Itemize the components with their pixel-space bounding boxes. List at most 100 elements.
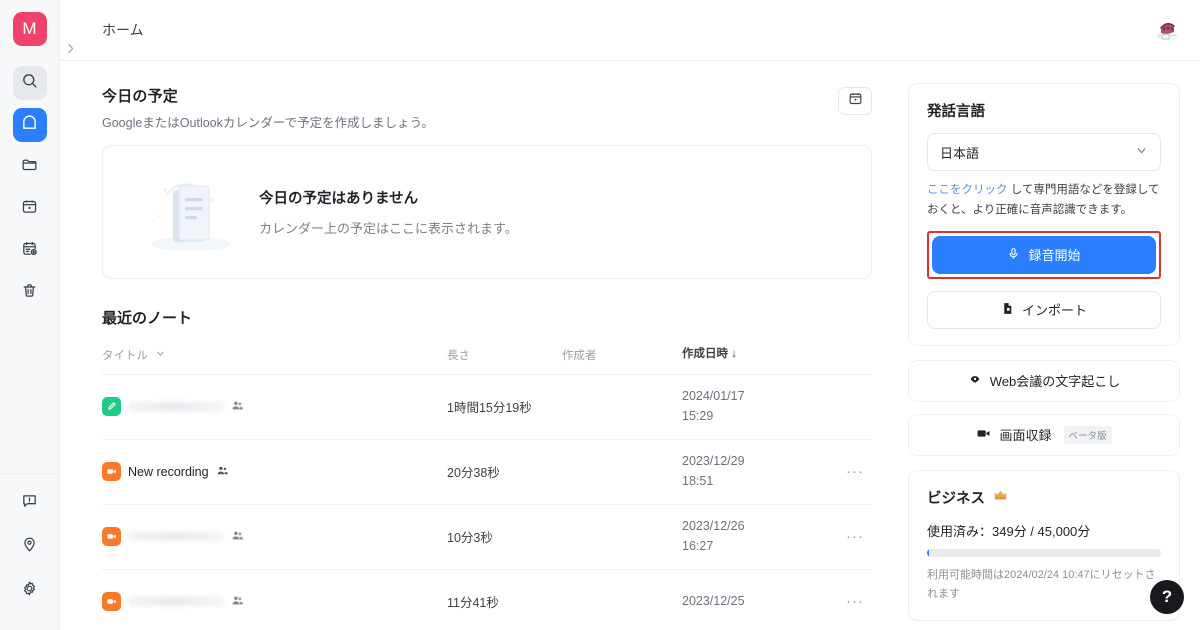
pin-icon [21, 536, 38, 558]
language-card-title: 発話言語 [927, 104, 985, 120]
note-title-cell [102, 397, 447, 417]
note-title-redacted [128, 532, 224, 542]
row-overflow-menu[interactable]: ··· [838, 463, 872, 480]
help-button[interactable]: ? [1150, 580, 1184, 614]
notes-table-header: タイトル 長さ 作成者 作成日時 ↓ [102, 346, 872, 375]
import-button[interactable]: インポート [927, 290, 1161, 329]
note-length: 20分38秒 [447, 466, 500, 481]
row-overflow-menu[interactable]: ··· [838, 593, 872, 610]
folder-icon [21, 156, 38, 178]
sidebar-item-trash[interactable] [13, 276, 47, 310]
business-plan-title: ビジネス [927, 490, 985, 507]
screen-record-card: 画面収録 ベータ版 [908, 413, 1180, 456]
business-plan-card: ビジネス 使用済み：349分 / 45,000分 利用可能時間は2024/02/… [908, 469, 1180, 622]
note-created-time: 18:51 [682, 473, 714, 488]
empty-subtitle: カレンダー上の予定はここに表示されます。 [259, 221, 518, 236]
empty-document-illustration [137, 164, 245, 260]
note-title-redacted [128, 402, 224, 412]
search-icon [21, 72, 38, 94]
chevron-down-icon [1135, 144, 1148, 160]
gear-icon [21, 580, 38, 602]
right-panel: 発話言語 日本語 ここをクリック して専門用語などを登録しておくと、より正確に音… [900, 61, 1200, 630]
beta-badge: ベータ版 [1063, 425, 1112, 444]
language-select[interactable]: 日本語 [927, 133, 1161, 171]
secondary-action-stack: Web会議の文字起こし 画面収録 ベータ版 [908, 359, 1180, 456]
column-header-created[interactable]: 作成日時 ↓ [682, 346, 838, 364]
app-root: M ホーム 今日の予定 GoogleまたはOutlookカレンダーで予定を作成し… [0, 0, 1200, 630]
web-meeting-card: Web会議の文字起こし [908, 359, 1180, 402]
rail-bottom-group [0, 473, 59, 630]
web-meeting-label: Web会議の文字起こし [989, 374, 1121, 390]
meeting-icon [968, 372, 982, 389]
empty-title: 今日の予定はありません [259, 191, 419, 207]
sidebar-item-home[interactable] [12, 108, 47, 142]
empty-text-group: 今日の予定はありません カレンダー上の予定はここに表示されます。 [259, 187, 518, 237]
video-icon [102, 527, 121, 547]
usage-reset-text: 利用可能時間は2024/02/24 10:47にリセットされます [927, 568, 1156, 600]
user-avatar[interactable] [1152, 15, 1182, 45]
column-header-title-label: タイトル [102, 349, 148, 362]
start-recording-label: 録音開始 [1028, 248, 1081, 264]
note-icon [102, 397, 121, 417]
column-header-length[interactable]: 長さ [447, 347, 562, 363]
sidebar-item-search[interactable] [12, 66, 47, 100]
table-row[interactable]: New recording 20分38秒 2023/12/29 18:51 ··… [102, 440, 872, 505]
note-title-cell: New recording [102, 462, 447, 482]
table-row[interactable]: 10分3秒 2023/12/26 16:27 ··· [102, 505, 872, 570]
column-header-author[interactable]: 作成者 [562, 347, 682, 363]
note-created-date: 2023/12/26 [682, 519, 745, 534]
note-title-redacted [128, 597, 224, 607]
video-camera-icon [976, 426, 991, 444]
note-created: 2024/01/17 15:29 [682, 387, 838, 426]
note-created-time: 16:27 [682, 538, 714, 553]
column-header-title[interactable]: タイトル [102, 347, 447, 363]
notes-table: タイトル 長さ 作成者 作成日時 ↓ 1時間15分19秒 2024/01/17 … [102, 346, 872, 630]
today-title: 今日の予定 [102, 88, 179, 105]
usage-progress-fill [927, 548, 930, 557]
note-created: 2023/12/25 [682, 592, 838, 611]
connect-calendar-button[interactable] [838, 87, 872, 115]
glossary-link[interactable]: ここをクリック [927, 184, 1008, 196]
sidebar-item-calendar[interactable] [13, 192, 47, 226]
home-icon [21, 114, 38, 136]
today-subtitle: GoogleまたはOutlookカレンダーで予定を作成しましょう。 [102, 116, 434, 130]
language-select-value: 日本語 [940, 145, 980, 161]
sort-arrow-down-icon: ↓ [731, 348, 737, 360]
shared-people-icon [231, 594, 244, 610]
table-row[interactable]: 11分41秒 2023/12/25 ··· [102, 570, 872, 630]
start-recording-button[interactable]: 録音開始 [932, 235, 1156, 274]
row-overflow-menu[interactable]: ··· [838, 528, 872, 545]
feedback-icon [21, 492, 38, 514]
note-created: 2023/12/26 16:27 [682, 517, 838, 556]
note-length: 11分41秒 [447, 596, 499, 611]
sidebar-item-settings[interactable] [13, 574, 47, 608]
note-created-date: 2023/12/29 [682, 454, 745, 469]
web-meeting-transcribe-button[interactable]: Web会議の文字起こし [909, 360, 1179, 401]
content-column: 今日の予定 GoogleまたはOutlookカレンダーで予定を作成しましょう。 [60, 61, 900, 630]
column-header-created-label: 作成日時 [682, 348, 728, 360]
calendar-plus-icon [21, 240, 38, 262]
body-area: 今日の予定 GoogleまたはOutlookカレンダーで予定を作成しましょう。 [60, 61, 1200, 630]
action-button-stack: インポート [927, 290, 1161, 329]
main-area: ホーム 今日の予定 GoogleまたはOutlookカレンダーで予定を作成しまし… [60, 0, 1200, 630]
video-icon [102, 462, 121, 482]
sidebar-item-folder[interactable] [13, 150, 47, 184]
screen-record-button[interactable]: 画面収録 ベータ版 [909, 414, 1179, 455]
top-bar: ホーム [60, 0, 1200, 61]
calendar-icon [21, 198, 38, 220]
sidebar-item-feedback[interactable] [13, 486, 47, 520]
workspace-logo[interactable]: M [12, 12, 47, 46]
sidebar-collapse-toggle[interactable] [60, 38, 80, 64]
table-row[interactable]: 1時間15分19秒 2024/01/17 15:29 [102, 375, 872, 440]
business-card-header: ビジネス [927, 487, 1161, 508]
video-icon [102, 592, 121, 612]
import-file-icon [1001, 302, 1014, 318]
sidebar-item-calendar-add[interactable] [13, 234, 47, 268]
note-created-date: 2023/12/25 [682, 594, 745, 609]
note-title-cell [102, 527, 447, 547]
chevron-right-icon [64, 42, 77, 60]
sidebar-item-pin[interactable] [13, 530, 47, 564]
today-empty-card: 今日の予定はありません カレンダー上の予定はここに表示されます。 [102, 145, 872, 279]
note-title: New recording [128, 464, 209, 479]
recent-notes-heading: 最近のノート [102, 310, 193, 327]
